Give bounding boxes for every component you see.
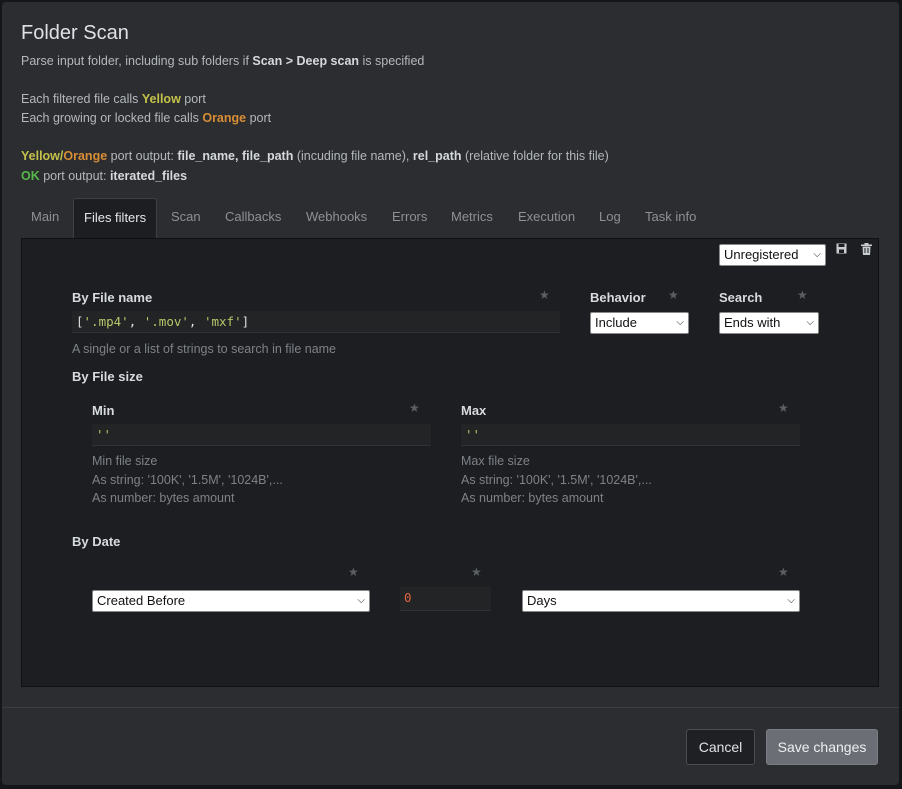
desc-text: (relative folder for this file) — [461, 149, 609, 163]
footer-divider — [2, 707, 899, 708]
description-line-3: Each growing or locked file calls Orange… — [21, 111, 271, 125]
desc-text: Parse input folder, including sub folder… — [21, 54, 253, 68]
description-line-2: Each filtered file calls Yellow port — [21, 92, 206, 106]
description-line-5: OK port output: iterated_files — [21, 169, 187, 183]
chevron-down-icon: ⌵ — [806, 317, 814, 328]
star-icon[interactable]: ★ — [471, 565, 482, 579]
desc-bold: iterated_files — [109, 169, 188, 183]
max-size-input[interactable]: '' — [461, 424, 800, 446]
desc-text: port — [246, 111, 272, 125]
desc-text: port output: — [107, 149, 178, 163]
desc-text: Each filtered file calls — [21, 92, 142, 106]
folder-scan-modal: Folder Scan Parse input folder, includin… — [2, 2, 899, 785]
tab-scan[interactable]: Scan — [161, 198, 211, 238]
behavior-label: Behavior — [590, 290, 646, 305]
date-mode-value: Created Before — [97, 593, 186, 608]
modal-title: Folder Scan — [21, 22, 129, 44]
desc-bold: file_name, file_path — [177, 149, 294, 163]
date-amount-input[interactable]: 0 — [400, 587, 491, 611]
cancel-button[interactable]: Cancel — [686, 729, 755, 765]
desc-text: is specified — [359, 54, 425, 68]
chevron-down-icon: ⌵ — [787, 595, 795, 606]
date-amount-value: 0 — [404, 590, 412, 605]
orange-port-label: Orange — [63, 149, 108, 163]
registration-select-value: Unregistered — [724, 247, 799, 262]
description-line-4: Yellow/Orange port output: file_name, fi… — [21, 149, 609, 163]
star-icon[interactable]: ★ — [539, 288, 550, 302]
star-icon[interactable]: ★ — [668, 288, 679, 302]
registration-select[interactable]: Unregistered ⌵ — [719, 244, 826, 266]
yellow-port-label: Yellow — [21, 149, 60, 163]
star-icon[interactable]: ★ — [778, 565, 789, 579]
desc-text: Each growing or locked file calls — [21, 111, 203, 125]
tab-task-info[interactable]: Task info — [635, 198, 706, 238]
floppy-disk-icon[interactable] — [834, 243, 848, 257]
desc-bold: Scan > Deep scan — [252, 54, 360, 68]
max-size-value: '' — [465, 427, 481, 442]
tab-callbacks[interactable]: Callbacks — [215, 198, 291, 238]
search-label: Search — [719, 290, 763, 305]
help-line: As number: bytes amount — [461, 491, 604, 505]
search-mode-select[interactable]: Ends with ⌵ — [719, 312, 819, 334]
description-line-1: Parse input folder, including sub folder… — [21, 54, 424, 68]
help-line: Max file size — [461, 454, 530, 468]
search-mode-value: Ends with — [724, 315, 781, 330]
trash-icon[interactable] — [859, 243, 873, 257]
file-ext-item: '.mov' — [143, 314, 189, 329]
file-ext-item: '.mp4' — [83, 314, 129, 329]
file-name-help: A single or a list of strings to search … — [72, 342, 337, 356]
desc-text: port — [180, 92, 206, 106]
file-ext-item: 'mxf' — [203, 314, 242, 329]
by-file-size-label: By File size — [72, 369, 143, 384]
date-unit-select[interactable]: Days ⌵ — [522, 590, 800, 612]
tab-execution[interactable]: Execution — [508, 198, 585, 238]
desc-bold: rel_path — [412, 149, 462, 163]
help-line: As string: '100K', '1.5M', '1024B',... — [92, 472, 283, 487]
file-name-input[interactable]: ['.mp4', '.mov', 'mxf'] — [72, 311, 560, 333]
tab-bar: Main Files filters Scan Callbacks Webhoo… — [21, 198, 881, 240]
by-file-name-label: By File name — [72, 290, 153, 305]
bracket-open: [ — [76, 314, 84, 329]
desc-text: port output: — [39, 169, 110, 183]
tab-webhooks[interactable]: Webhooks — [296, 198, 377, 238]
bracket-close: ] — [241, 314, 250, 329]
behavior-select[interactable]: Include ⌵ — [590, 312, 689, 334]
date-unit-value: Days — [527, 593, 557, 608]
ok-port-label: OK — [21, 169, 40, 183]
tab-log[interactable]: Log — [589, 198, 631, 238]
save-changes-button[interactable]: Save changes — [766, 729, 878, 765]
separator: , — [128, 314, 144, 329]
help-line: As number: bytes amount — [92, 491, 235, 505]
star-icon[interactable]: ★ — [348, 565, 359, 579]
max-size-help: Max file size As string: '100K', '1.5M',… — [461, 452, 652, 508]
star-icon[interactable]: ★ — [409, 401, 420, 415]
help-line: Min file size — [92, 454, 158, 468]
behavior-select-value: Include — [595, 315, 637, 330]
separator: , — [188, 314, 204, 329]
min-size-label: Min — [92, 403, 115, 418]
date-mode-select[interactable]: Created Before ⌵ — [92, 590, 370, 612]
orange-port-label: Orange — [202, 111, 247, 125]
help-line: As string: '100K', '1.5M', '1024B',... — [461, 472, 652, 487]
min-size-help: Min file size As string: '100K', '1.5M',… — [92, 452, 283, 508]
yellow-port-label: Yellow — [141, 92, 181, 106]
files-filters-panel: Unregistered ⌵ By File name ★ ['.mp4', '… — [21, 238, 879, 687]
star-icon[interactable]: ★ — [797, 288, 808, 302]
tab-files-filters[interactable]: Files filters — [73, 198, 158, 240]
chevron-down-icon: ⌵ — [357, 595, 365, 606]
tab-main[interactable]: Main — [21, 198, 69, 238]
chevron-down-icon: ⌵ — [813, 249, 821, 260]
tab-metrics[interactable]: Metrics — [441, 198, 503, 238]
max-size-label: Max — [461, 403, 487, 418]
chevron-down-icon: ⌵ — [676, 317, 684, 328]
tab-errors[interactable]: Errors — [382, 198, 437, 238]
star-icon[interactable]: ★ — [778, 401, 789, 415]
min-size-input[interactable]: '' — [92, 424, 431, 446]
desc-text: (incuding file name), — [293, 149, 413, 163]
min-size-value: '' — [96, 427, 112, 442]
by-date-label: By Date — [72, 534, 121, 549]
